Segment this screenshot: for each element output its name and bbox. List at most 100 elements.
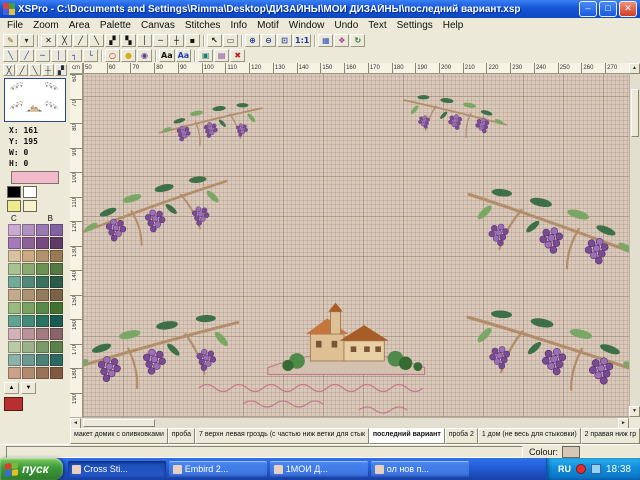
palette-swatch[interactable] — [8, 367, 21, 379]
stitch-petite[interactable]: ▪ — [185, 34, 200, 47]
pattern-tab[interactable]: 2 правая ниж гр — [581, 428, 640, 444]
palette-swatch[interactable] — [8, 328, 21, 340]
palette-swatch[interactable] — [8, 263, 21, 275]
palette-swatch[interactable] — [50, 315, 63, 327]
menu-canvas[interactable]: Canvas — [136, 19, 180, 32]
palette-swatch[interactable] — [36, 354, 49, 366]
palette-swatch[interactable] — [8, 224, 21, 236]
palette-swatch[interactable] — [36, 276, 49, 288]
backstitch-vertical[interactable]: │ — [51, 49, 66, 62]
palette-swatch[interactable] — [50, 224, 63, 236]
needle-tool-2[interactable]: ╱ — [16, 64, 28, 76]
scroll-down-arrow[interactable]: ▼ — [629, 406, 640, 417]
palette-swatch[interactable] — [36, 250, 49, 262]
palette-swatch[interactable] — [8, 341, 21, 353]
pattern-tab[interactable]: проба — [168, 428, 195, 444]
menu-undo[interactable]: Undo — [329, 19, 363, 32]
palette-swatch[interactable] — [7, 200, 21, 212]
horizontal-scrollbar[interactable]: ◄ ► — [70, 417, 629, 428]
palette-swatch[interactable] — [36, 341, 49, 353]
refresh-view[interactable]: ↻ — [350, 34, 365, 47]
palette-swatch[interactable] — [36, 367, 49, 379]
palette-swatch[interactable] — [22, 224, 35, 236]
language-indicator[interactable]: RU — [558, 464, 571, 474]
palette-swatch[interactable] — [36, 224, 49, 236]
needle-tool-4[interactable]: ┼ — [42, 64, 54, 76]
scroll-up-arrow[interactable]: ▲ — [629, 63, 640, 74]
menu-window[interactable]: Window — [284, 19, 330, 32]
palette-swatch[interactable] — [22, 289, 35, 301]
tray-app-icon[interactable] — [576, 464, 586, 474]
palette-marker-swatch[interactable] — [4, 397, 23, 411]
backstitch-corner-1[interactable]: ┐ — [67, 49, 82, 62]
menu-file[interactable]: File — [2, 19, 28, 32]
palette-swatch[interactable] — [22, 302, 35, 314]
palette-swatch[interactable] — [36, 237, 49, 249]
palette-swatch[interactable] — [22, 328, 35, 340]
menu-palette[interactable]: Palette — [95, 19, 136, 32]
palette-swatch[interactable] — [22, 276, 35, 288]
palette-swatch[interactable] — [8, 289, 21, 301]
pattern-tab[interactable]: 1 дом (не весь для стыковки) — [478, 428, 581, 444]
pattern-tab[interactable]: последний вариант — [369, 428, 445, 444]
palette-swatch[interactable] — [22, 367, 35, 379]
text-tool-blue[interactable]: Aa — [176, 49, 192, 62]
maximize-button[interactable]: □ — [599, 1, 617, 17]
palette-swatch[interactable] — [8, 276, 21, 288]
menu-settings[interactable]: Settings — [392, 19, 438, 32]
stitch-canvas[interactable] — [83, 74, 629, 417]
palette-swatch[interactable] — [22, 354, 35, 366]
text-tool-black[interactable]: Aa — [159, 49, 175, 62]
palette-swatch[interactable] — [23, 186, 37, 198]
palette-swatch[interactable] — [8, 354, 21, 366]
palette-swatch[interactable] — [7, 186, 21, 198]
palette-swatch[interactable] — [22, 263, 35, 275]
motif-fill-purple[interactable]: ▤ — [214, 49, 229, 62]
menu-area[interactable]: Area — [64, 19, 95, 32]
pattern-tab[interactable]: макет домик с оливковками — [70, 428, 168, 444]
zoom-actual-tool[interactable]: 1:1 — [293, 34, 311, 47]
grid-toggle[interactable]: ▦ — [318, 34, 333, 47]
palette-swatch[interactable] — [22, 315, 35, 327]
palette-swatch[interactable] — [50, 367, 63, 379]
palette-swatch[interactable] — [50, 341, 63, 353]
horizontal-scroll-thumb[interactable] — [83, 419, 155, 427]
needle-tool-3[interactable]: ╲ — [29, 64, 41, 76]
palette-swatch[interactable] — [50, 328, 63, 340]
minimize-button[interactable]: – — [579, 1, 597, 17]
palette-swatch[interactable] — [36, 328, 49, 340]
backstitch-corner-2[interactable]: └ — [83, 49, 98, 62]
stitch-three-quarter[interactable]: ▚ — [121, 34, 136, 47]
backstitch-ne-sw[interactable]: ╱ — [19, 49, 34, 62]
bead-dark-tool[interactable]: ◉ — [137, 49, 152, 62]
zoom-area-tool[interactable]: ⊡ — [277, 34, 292, 47]
vertical-scroll-thumb[interactable] — [631, 89, 639, 137]
vertical-scrollbar[interactable]: ▲ ▼ — [629, 63, 640, 417]
palette-scroll-up-button[interactable]: ▲ — [4, 382, 19, 394]
menu-info[interactable]: Info — [225, 19, 252, 32]
taskbar-task[interactable]: ол нов п... — [371, 461, 469, 477]
stitch-quarter[interactable]: ▞ — [105, 34, 120, 47]
palette-swatch[interactable] — [50, 302, 63, 314]
palette-swatch[interactable] — [50, 263, 63, 275]
palette-swatch[interactable] — [22, 237, 35, 249]
delete-stitch-tool[interactable]: ✖ — [230, 49, 245, 62]
palette-swatch[interactable] — [50, 237, 63, 249]
palette-swatch[interactable] — [36, 263, 49, 275]
taskbar-task[interactable]: Cross Sti... — [68, 461, 166, 477]
menu-stitches[interactable]: Stitches — [180, 19, 226, 32]
palette-swatch[interactable] — [36, 289, 49, 301]
stitch-horizontal[interactable]: ─ — [153, 34, 168, 47]
palette-view[interactable]: ❖ — [334, 34, 349, 47]
needle-tool-5[interactable]: ▞ — [55, 64, 67, 76]
palette-swatch[interactable] — [23, 200, 37, 212]
palette-swatch[interactable] — [50, 354, 63, 366]
palette-swatch[interactable] — [8, 302, 21, 314]
stitch-half-back[interactable]: ╲ — [89, 34, 104, 47]
french-knot-tool[interactable]: ○ — [105, 49, 120, 62]
pattern-tab[interactable]: 7 верхн левая гроздь (с частью ниж ветки… — [195, 428, 369, 444]
stitch-half-forward[interactable]: ╱ — [73, 34, 88, 47]
taskbar-task[interactable]: 1МОИ Д... — [270, 461, 368, 477]
tray-volume-icon[interactable] — [591, 464, 601, 474]
palette-swatch[interactable] — [8, 250, 21, 262]
